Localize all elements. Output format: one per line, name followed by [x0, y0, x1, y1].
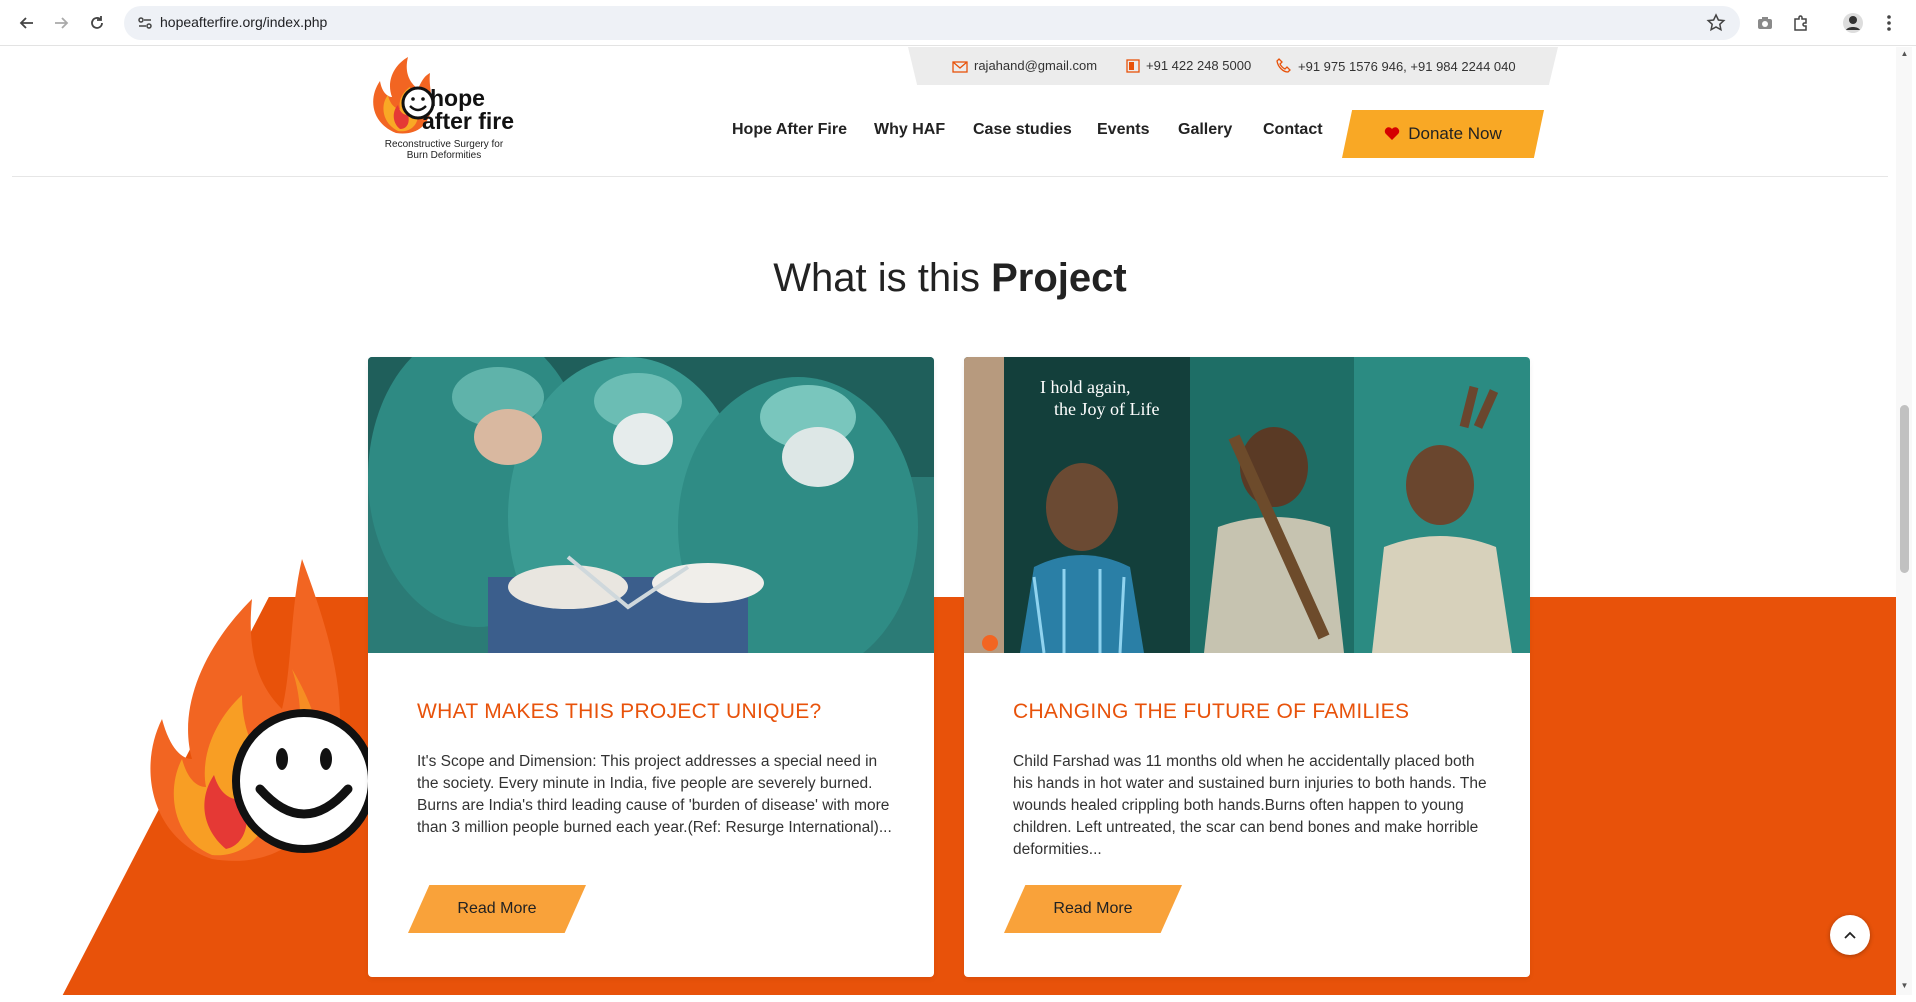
site-settings-icon[interactable] [136, 14, 154, 32]
logo-tagline: Reconstructive Surgery for Burn Deformit… [384, 139, 504, 161]
card-description: It's Scope and Dimension: This project a… [417, 753, 892, 836]
project-card-families: I hold again, the Joy of Life CHANGING T… [964, 357, 1530, 977]
surgeons-operating-image [368, 357, 934, 653]
page-viewport: rajahand@gmail.com +91 422 248 5000 +91 … [4, 47, 1896, 995]
url-text[interactable]: hopeafterfire.org/index.php [160, 14, 327, 30]
avatar-icon [1843, 13, 1863, 33]
forward-button[interactable] [48, 10, 74, 36]
flame-smiley-mascot-icon [150, 559, 376, 861]
reload-icon [91, 16, 103, 29]
forward-arrow-icon [55, 17, 69, 29]
nav-gallery[interactable]: Gallery [1178, 121, 1232, 139]
contact-email[interactable]: rajahand@gmail.com [952, 58, 1097, 73]
contact-email-text[interactable]: rajahand@gmail.com [974, 58, 1097, 73]
logo-text-hope: hope [430, 85, 485, 111]
read-more-button[interactable]: Read More [1004, 885, 1182, 933]
address-bar[interactable]: hopeafterfire.org/index.php [124, 6, 1740, 40]
page-scrollbar[interactable]: ▲ ▼ [1896, 47, 1912, 995]
camera-icon [1758, 17, 1772, 29]
scroll-down-arrow-icon[interactable]: ▼ [1900, 981, 1909, 991]
nav-why-haf[interactable]: Why HAF [874, 121, 945, 139]
project-card-unique: WHAT MAKES THIS PROJECT UNIQUE? It's Sco… [368, 357, 934, 977]
bookmark-star-icon[interactable] [1706, 13, 1726, 33]
card-description: Child Farshad was 11 months old when he … [1013, 753, 1487, 858]
read-more-label: Read More [457, 900, 537, 917]
nav-hope-after-fire[interactable]: Hope After Fire [732, 121, 847, 139]
contact-landline-text[interactable]: +91 422 248 5000 [1146, 58, 1251, 73]
envelope-icon [952, 60, 968, 73]
image-caption-line1: I hold again, [1040, 377, 1130, 397]
nav-contact[interactable]: Contact [1263, 121, 1323, 139]
camera-button[interactable] [1752, 10, 1778, 36]
logo-text-after-fire: after fire [422, 108, 515, 134]
back-to-top-button[interactable] [1830, 915, 1870, 955]
fax-phone-icon [1126, 58, 1140, 73]
section-title-light: What is this [773, 256, 992, 300]
section-title-bold: Project [991, 256, 1127, 300]
image-caption-line2: the Joy of Life [1054, 399, 1159, 419]
nav-events[interactable]: Events [1097, 121, 1149, 139]
reload-button[interactable] [84, 10, 110, 36]
section-title: What is this Project [4, 256, 1896, 301]
read-more-label: Read More [1053, 900, 1133, 917]
heart-icon [1385, 127, 1400, 140]
scrollbar-thumb[interactable] [1900, 405, 1909, 573]
nav-case-studies[interactable]: Case studies [973, 121, 1072, 139]
extensions-button[interactable] [1788, 10, 1814, 36]
header-divider [12, 176, 1888, 177]
smiling-survivors-image: I hold again, the Joy of Life [964, 357, 1530, 653]
card-title: WHAT MAKES THIS PROJECT UNIQUE? [417, 700, 822, 723]
donate-label: Donate Now [1408, 124, 1502, 143]
contact-mobile[interactable]: +91 975 1576 946, +91 984 2244 040 [1276, 58, 1516, 74]
back-arrow-icon [19, 17, 33, 29]
back-button[interactable] [14, 10, 40, 36]
puzzle-icon [1794, 15, 1807, 31]
donate-now-button[interactable]: Donate Now [1342, 110, 1544, 158]
scroll-up-arrow-icon[interactable]: ▲ [1900, 49, 1909, 59]
contact-mobile-text[interactable]: +91 975 1576 946, +91 984 2244 040 [1298, 59, 1516, 74]
profile-button[interactable] [1840, 10, 1866, 36]
card-title: CHANGING THE FUTURE OF FAMILIES [1013, 700, 1410, 723]
menu-button[interactable] [1876, 10, 1902, 36]
phone-icon [1276, 58, 1291, 73]
read-more-button[interactable]: Read More [408, 885, 586, 933]
browser-toolbar: hopeafterfire.org/index.php [0, 0, 1916, 46]
kebab-menu-icon [1887, 15, 1891, 31]
chevron-up-icon [1844, 931, 1856, 939]
contact-landline[interactable]: +91 422 248 5000 [1126, 58, 1251, 73]
